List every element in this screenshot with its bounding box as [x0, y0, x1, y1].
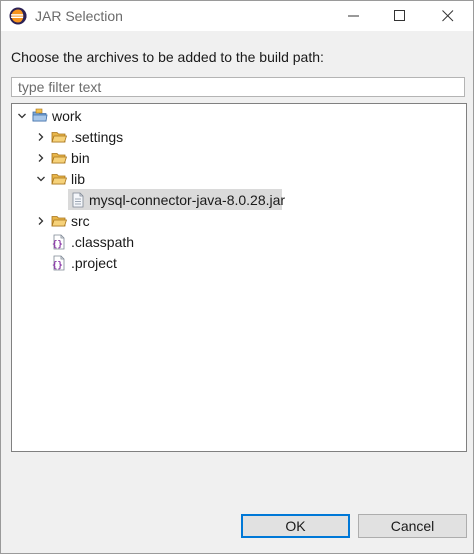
tree-item-work[interactable]: work — [12, 106, 462, 126]
minimize-button[interactable] — [331, 1, 377, 31]
chevron-down-icon[interactable] — [17, 111, 27, 121]
tree-item-label: src — [71, 213, 90, 229]
svg-text:{}: {} — [52, 240, 63, 250]
chevron-right-icon[interactable] — [36, 132, 46, 142]
tree-item-label: lib — [71, 171, 86, 187]
folder-icon — [51, 153, 67, 164]
instruction-label: Choose the archives to be added to the b… — [11, 49, 324, 65]
tree-item-mysql-connector-jar[interactable]: mysql-connector-java-8.0.28.jar — [12, 190, 462, 210]
tree-item-project[interactable]: {} .project — [12, 253, 462, 273]
window-title: JAR Selection — [35, 8, 123, 24]
jar-selection-dialog: JAR Selection Choose the archives to be … — [0, 0, 474, 554]
tree-item-bin[interactable]: bin — [12, 148, 462, 168]
cancel-button[interactable]: Cancel — [358, 514, 467, 538]
open-folder-icon — [51, 174, 67, 185]
chevron-right-icon[interactable] — [36, 216, 46, 226]
tree-item-label: mysql-connector-java-8.0.28.jar — [89, 192, 286, 208]
project-folder-icon — [32, 108, 48, 122]
file-tree[interactable]: work .settings bin lib mysql-connector-j… — [11, 103, 467, 452]
eclipse-icon — [9, 7, 27, 25]
minimize-icon — [348, 15, 359, 17]
filter-field[interactable] — [11, 77, 465, 97]
folder-icon — [51, 216, 67, 227]
tree-item-label: .settings — [71, 129, 124, 145]
svg-text:{}: {} — [52, 261, 63, 271]
close-button[interactable] — [425, 1, 471, 31]
folder-icon — [51, 132, 67, 143]
tree-item-label: .classpath — [71, 234, 135, 250]
tree-item-src[interactable]: src — [12, 211, 462, 231]
tree-item-classpath[interactable]: {} .classpath — [12, 232, 462, 252]
ok-button[interactable]: OK — [241, 514, 350, 538]
chevron-down-icon[interactable] — [36, 174, 46, 184]
chevron-right-icon[interactable] — [36, 153, 46, 163]
tree-item-label: work — [52, 108, 82, 124]
tree-item-lib[interactable]: lib — [12, 169, 462, 189]
jar-file-icon — [72, 192, 84, 208]
tree-item-label: .project — [71, 255, 117, 271]
tree-item-label: bin — [71, 150, 90, 166]
xml-file-icon: {} — [52, 255, 65, 271]
maximize-icon — [394, 10, 405, 21]
tree-item-settings[interactable]: .settings — [12, 127, 462, 147]
maximize-button[interactable] — [377, 1, 423, 31]
title-bar[interactable]: JAR Selection — [1, 1, 473, 31]
xml-file-icon: {} — [52, 234, 65, 250]
filter-input[interactable] — [12, 78, 464, 96]
close-icon — [442, 10, 454, 22]
